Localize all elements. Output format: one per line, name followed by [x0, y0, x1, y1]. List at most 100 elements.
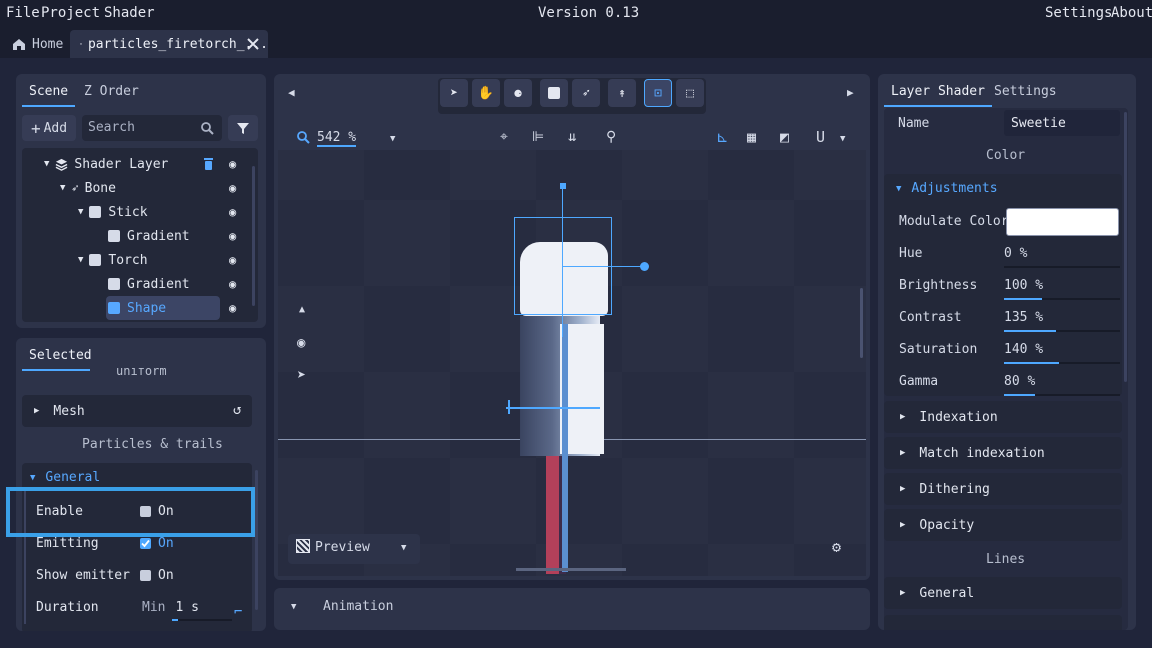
gamma-value[interactable]: 80 % [1004, 374, 1035, 389]
gamma-slider[interactable] [1004, 394, 1120, 396]
lines-next-section[interactable] [884, 615, 1122, 630]
y-axis-handle[interactable] [562, 187, 563, 337]
tab-layer-shader[interactable]: Layer Shader [884, 80, 992, 107]
hue-slider[interactable] [1004, 266, 1120, 268]
chevron-down-icon[interactable]: ▼ [840, 134, 845, 144]
animation-panel[interactable]: ▼ Animation [274, 588, 870, 630]
eye-icon[interactable]: ◉ [229, 277, 236, 291]
preview-button[interactable]: Preview ▼ [288, 534, 420, 564]
show-emitter-checkbox[interactable]: On [140, 568, 174, 583]
tree-item-bone[interactable]: ▼ ➶ Bone [60, 176, 220, 200]
menu-project[interactable]: Project [41, 5, 100, 21]
grid-icon[interactable]: ▦ [747, 128, 756, 146]
tab-file[interactable]: particles_firetorch_... [70, 30, 268, 58]
bone-tool-button[interactable]: ⚈ [504, 79, 532, 107]
opacity-section[interactable]: ▶ Opacity [884, 509, 1122, 541]
bounds-tool-button[interactable]: ⬚ [676, 79, 704, 107]
cursor-icon[interactable]: ➤ [297, 366, 306, 384]
chevron-down-icon[interactable]: ▼ [390, 134, 395, 144]
color-header: Color [986, 148, 1026, 163]
saturation-value[interactable]: 140 % [1004, 342, 1043, 357]
eye-icon[interactable]: ◉ [297, 335, 305, 351]
emitter-handle[interactable] [506, 407, 600, 409]
tab-home[interactable]: Home [4, 30, 68, 58]
select-tool-button[interactable]: ➤ [440, 79, 468, 107]
saturation-slider[interactable] [1004, 362, 1120, 364]
camera-icon[interactable]: ⚙ [832, 538, 841, 556]
brightness-value[interactable]: 100 % [1004, 278, 1043, 293]
align-left-icon[interactable]: ⊫ [532, 129, 544, 145]
chevron-down-icon: ▼ [78, 255, 84, 265]
eye-icon[interactable]: ◉ [229, 301, 236, 315]
pivot-icon[interactable]: ⚲ [606, 129, 616, 145]
close-icon[interactable] [247, 38, 259, 50]
magnet-icon[interactable]: Ս [816, 128, 825, 146]
tab-settings[interactable]: Settings [994, 84, 1057, 99]
scale-handle[interactable] [640, 262, 649, 271]
lines-general-section[interactable]: ▶ General [884, 577, 1122, 609]
arrow-left-icon[interactable]: ◀ [288, 86, 295, 99]
duration-value[interactable]: 1 s [175, 600, 198, 615]
scrollbar[interactable] [255, 470, 258, 610]
tree-item-gradient[interactable]: Gradient [108, 224, 228, 248]
sort-icon[interactable]: ⇊ [568, 129, 576, 145]
trash-icon[interactable] [203, 157, 214, 170]
filter-button[interactable] [228, 115, 258, 141]
pen-tool-button[interactable]: ↟ [608, 79, 636, 107]
dithering-section[interactable]: ▶ Dithering [884, 473, 1122, 505]
eye-icon[interactable]: ◉ [229, 181, 236, 195]
eye-icon[interactable]: ◉ [229, 229, 236, 243]
tab-selected[interactable]: Selected [22, 346, 92, 371]
shape-tool-button[interactable] [540, 79, 568, 107]
adjustments-toggle[interactable]: ▼ Adjustments [896, 181, 998, 196]
tab-z-order[interactable]: Z Order [84, 84, 139, 99]
hue-value[interactable]: 0 % [1004, 246, 1027, 261]
tree-item-gradient[interactable]: Gradient [108, 272, 228, 296]
eye-icon[interactable]: ◉ [229, 205, 236, 219]
tree-item-shader-layer[interactable]: ▼ Shader Layer [44, 152, 244, 176]
duration-slider[interactable] [172, 619, 232, 621]
modulate-color-swatch[interactable] [1006, 208, 1119, 236]
contrast-value[interactable]: 135 % [1004, 310, 1043, 325]
rotate-handle[interactable] [560, 183, 566, 189]
scrollbar[interactable] [860, 288, 863, 358]
tab-scene[interactable]: Scene [22, 80, 76, 107]
tree-item-stick[interactable]: ▼ Stick [78, 200, 218, 224]
menu-shader[interactable]: Shader [104, 5, 155, 21]
name-input[interactable]: Sweetie [1004, 110, 1120, 136]
link-icon[interactable]: ⌐ [234, 604, 242, 620]
brush-tool-button[interactable]: ➶ [572, 79, 600, 107]
arrow-up-icon[interactable]: ▲ [299, 304, 305, 315]
axis-icon[interactable]: ⊾ [716, 128, 729, 146]
tree-item-torch[interactable]: ▼ Torch [78, 248, 218, 272]
zoom-input[interactable]: 542 % [317, 130, 357, 147]
indexation-section[interactable]: ▶ Indexation [884, 401, 1122, 433]
x-axis-handle[interactable] [562, 266, 644, 267]
pan-tool-button[interactable]: ✋ [472, 79, 500, 107]
menu-file[interactable]: File [6, 5, 40, 21]
gamma-label: Gamma [899, 374, 939, 389]
general-toggle[interactable]: ▼ General [30, 470, 100, 485]
eye-icon[interactable]: ◉ [229, 157, 236, 171]
layer-shader-panel: Layer Shader Settings Name Sweetie Color… [878, 74, 1136, 630]
arrow-right-icon[interactable]: ▶ [847, 86, 854, 99]
search-input[interactable]: Search [82, 115, 222, 141]
menu-settings[interactable]: Settings [1045, 5, 1112, 21]
checker-icon[interactable]: ◩ [780, 128, 789, 146]
scrollbar[interactable] [252, 166, 255, 306]
emitting-checkbox[interactable]: On [140, 536, 174, 551]
menu-about[interactable]: About [1111, 5, 1152, 21]
brightness-slider[interactable] [1004, 298, 1120, 300]
zoom-icon [297, 131, 310, 144]
eye-icon[interactable]: ◉ [229, 253, 236, 267]
mesh-section[interactable]: ▶ Mesh ↺ [22, 395, 252, 427]
add-button[interactable]: + Add [22, 115, 76, 141]
chevron-down-icon: ▼ [44, 159, 50, 169]
match-indexation-section[interactable]: ▶ Match indexation [884, 437, 1122, 469]
scrollbar[interactable] [1124, 112, 1127, 382]
center-icon[interactable]: ⌖ [500, 129, 508, 145]
contrast-slider[interactable] [1004, 330, 1120, 332]
tree-item-shape[interactable]: Shape [106, 296, 220, 320]
reset-icon[interactable]: ↺ [233, 402, 241, 418]
transform-tool-button[interactable]: ⊡ [644, 79, 672, 107]
